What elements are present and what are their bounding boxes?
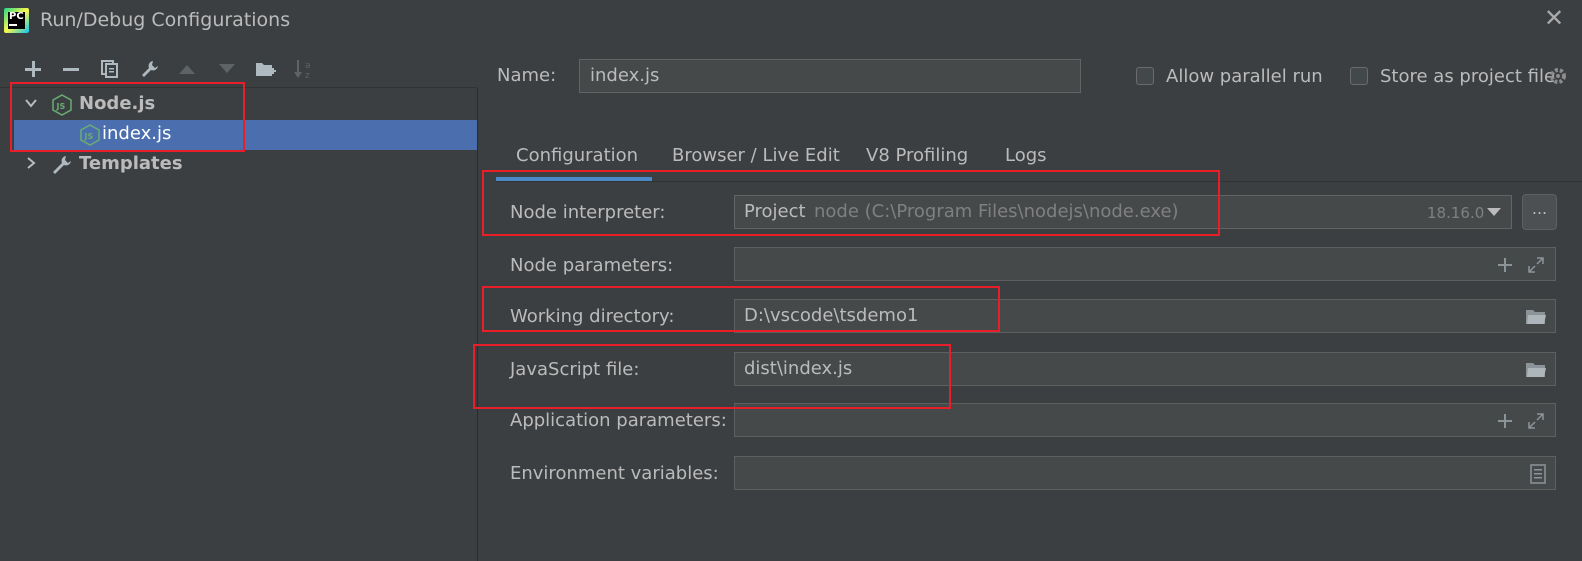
store-as-project-file-checkbox[interactable]: [1350, 67, 1368, 85]
tabs-divider: [496, 181, 1582, 182]
javascript-file-value: dist\index.js: [744, 358, 853, 379]
javascript-file-input[interactable]: dist\index.js: [734, 352, 1556, 386]
name-value: index.js: [590, 65, 660, 86]
pycharm-logo-icon: PC: [4, 8, 29, 33]
folder-icon[interactable]: [1525, 308, 1547, 326]
node-interpreter-label: Node interpreter:: [510, 202, 666, 223]
panel-divider: [477, 88, 478, 561]
tree-label-index-js: index.js: [102, 123, 172, 144]
sort-icon[interactable]: az: [291, 56, 317, 82]
gear-icon[interactable]: [1548, 65, 1568, 87]
folder-icon[interactable]: [1525, 361, 1547, 379]
document-icon[interactable]: [1530, 464, 1546, 484]
wrench-icon[interactable]: [137, 56, 163, 82]
browse-interpreter-button[interactable]: ...: [1522, 194, 1557, 230]
svg-text:a: a: [305, 61, 311, 71]
working-directory-value: D:\vscode\tsdemo1: [744, 305, 919, 326]
tree-item-templates[interactable]: Templates: [14, 150, 477, 180]
svg-text:JS: JS: [56, 102, 66, 111]
node-parameters-label: Node parameters:: [510, 255, 674, 276]
node-interpreter-select[interactable]: Project node (C:\Program Files\nodejs\no…: [734, 195, 1512, 229]
interpreter-project: Project: [744, 201, 806, 222]
copy-icon[interactable]: [97, 56, 123, 82]
name-input[interactable]: index.js: [579, 59, 1081, 93]
chevron-down-icon[interactable]: [24, 96, 38, 110]
tree-item-nodejs[interactable]: JS Node.js: [14, 90, 477, 120]
application-parameters-label: Application parameters:: [510, 410, 727, 431]
working-directory-label: Working directory:: [510, 306, 675, 327]
tab-logs[interactable]: Logs: [1005, 145, 1047, 166]
javascript-file-label: JavaScript file:: [510, 359, 640, 380]
dropdown-arrow-icon[interactable]: [1487, 208, 1501, 216]
interpreter-path: node (C:\Program Files\nodejs\node.exe): [814, 201, 1179, 222]
add-icon[interactable]: [20, 56, 46, 82]
new-folder-icon[interactable]: [253, 56, 279, 82]
svg-text:JS: JS: [84, 132, 94, 141]
add-icon[interactable]: [1497, 413, 1513, 429]
move-up-icon[interactable]: [174, 56, 200, 82]
logo-text: PC: [9, 11, 24, 22]
nodejs-icon: JS: [80, 124, 100, 146]
environment-variables-input[interactable]: [734, 456, 1556, 490]
nodejs-icon: JS: [52, 94, 72, 116]
remove-icon[interactable]: [58, 56, 84, 82]
interpreter-version: 18.16.0: [1427, 204, 1485, 222]
tree-label-templates: Templates: [79, 153, 183, 174]
expand-icon[interactable]: [1527, 412, 1545, 430]
working-directory-input[interactable]: D:\vscode\tsdemo1: [734, 299, 1556, 333]
tab-browser-live-edit[interactable]: Browser / Live Edit: [672, 145, 840, 166]
tree-label-nodejs: Node.js: [79, 93, 156, 114]
move-down-icon[interactable]: [214, 56, 240, 82]
application-parameters-input[interactable]: [734, 403, 1556, 437]
tab-v8-profiling[interactable]: V8 Profiling: [866, 145, 968, 166]
node-parameters-input[interactable]: [734, 247, 1556, 281]
chevron-right-icon[interactable]: [24, 156, 38, 170]
tab-configuration[interactable]: Configuration: [516, 145, 638, 166]
close-icon[interactable]: ✕: [1544, 4, 1564, 32]
allow-parallel-run-label: Allow parallel run: [1166, 66, 1323, 87]
svg-text:z: z: [305, 71, 310, 80]
tree-item-index-js[interactable]: JS index.js: [14, 120, 477, 150]
toolbar-divider: [0, 87, 477, 88]
store-as-project-file-label: Store as project file: [1380, 66, 1556, 87]
name-label: Name:: [497, 65, 557, 86]
environment-variables-label: Environment variables:: [510, 463, 719, 484]
window-title: Run/Debug Configurations: [40, 9, 291, 31]
wrench-icon: [53, 156, 71, 174]
add-icon[interactable]: [1497, 257, 1513, 273]
expand-icon[interactable]: [1527, 256, 1545, 274]
allow-parallel-run-checkbox[interactable]: [1136, 67, 1154, 85]
